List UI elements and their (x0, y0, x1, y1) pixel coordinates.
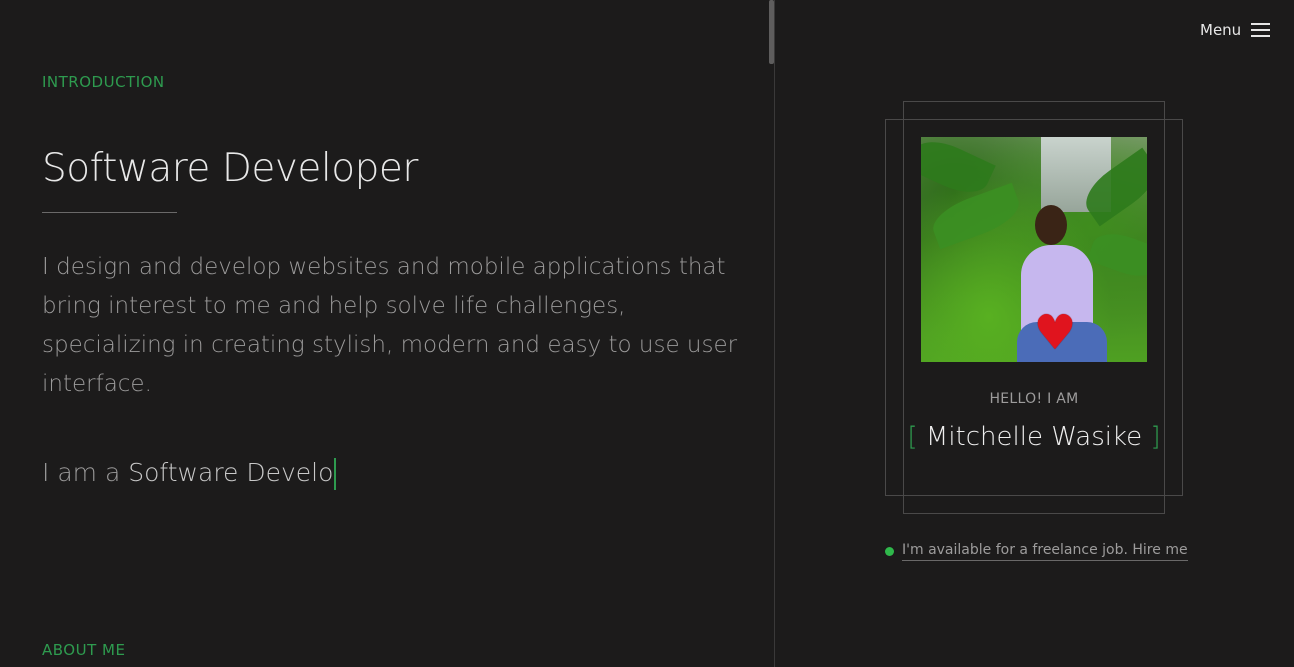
menu-label: Menu (1200, 21, 1242, 39)
availability-status: I'm available for a freelance job. Hire … (885, 542, 1188, 561)
photo-palm-leaf (927, 182, 1025, 250)
section-label-introduction: INTRODUCTION (42, 73, 165, 91)
scrollbar-thumb[interactable] (769, 0, 774, 64)
typed-headline: I am a Software Develo (42, 458, 337, 490)
greeting-label: HELLO! I AM (989, 391, 1079, 407)
photo-person-head (1035, 205, 1067, 245)
intro-description: I design and develop websites and mobile… (42, 254, 738, 397)
heart-emoji-icon: ♥ (1033, 305, 1077, 361)
hamburger-icon (1251, 23, 1271, 37)
section-label-about-me: ABOUT ME (42, 641, 126, 659)
title-divider (42, 212, 177, 213)
photo-palm-leaf (1086, 226, 1147, 284)
intro-panel: INTRODUCTION Software Developer I design… (0, 0, 775, 667)
bracket-close: ] (1150, 422, 1161, 452)
menu-button[interactable]: Menu (1200, 18, 1271, 42)
typing-caret (334, 458, 337, 490)
profile-name: [ Mitchelle Wasike ] (885, 422, 1183, 452)
bracket-open: [ (907, 422, 918, 452)
page-title: Software Developer (42, 146, 418, 191)
profile-name-text: Mitchelle Wasike (925, 422, 1143, 452)
typed-prefix: I am a (42, 458, 121, 487)
green-dot-icon (885, 547, 894, 556)
hire-me-link[interactable]: I'm available for a freelance job. Hire … (902, 542, 1188, 561)
typed-text: Software Develo (128, 458, 334, 487)
profile-photo: ♥ (921, 137, 1147, 362)
